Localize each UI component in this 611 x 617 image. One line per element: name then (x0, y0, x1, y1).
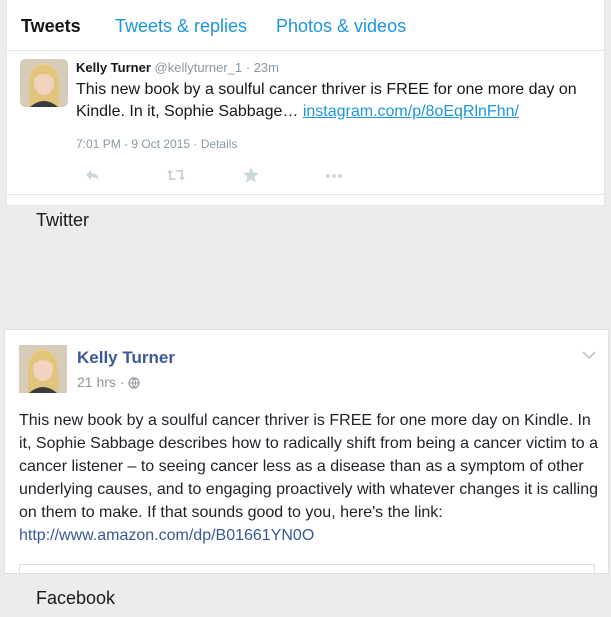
tweet-age[interactable]: 23m (254, 60, 279, 75)
post-body: This new book by a soulful cancer thrive… (19, 412, 599, 521)
favorite-icon[interactable] (242, 166, 262, 186)
tweet-header: Kelly Turner @kellyturner_1 · 23m (76, 60, 279, 75)
globe-icon (128, 376, 140, 392)
divider (7, 194, 604, 195)
author-name[interactable]: Kelly Turner (77, 348, 175, 368)
details-link[interactable]: Details (201, 137, 238, 151)
retweet-icon[interactable] (166, 166, 186, 186)
caption-facebook: Facebook (36, 588, 116, 608)
post-age[interactable]: 21 hrs (77, 374, 116, 390)
chevron-down-icon[interactable] (581, 348, 597, 360)
tab-tweets[interactable]: Tweets (21, 16, 81, 37)
tweet-timestamp: 7:01 PM - 9 Oct 2015 (76, 137, 191, 151)
reply-icon[interactable] (84, 166, 104, 186)
separator: · (242, 60, 254, 75)
tab-photos-videos[interactable]: Photos & videos (276, 16, 406, 37)
tweet-text: This new book by a soulful cancer thrive… (76, 79, 596, 123)
post-meta: 21 hrs · (77, 374, 140, 392)
author-name[interactable]: Kelly Turner (76, 60, 151, 75)
post-link[interactable]: http://www.amazon.com/dp/B01661YN0O (19, 527, 314, 544)
caption-twitter: Twitter (36, 210, 90, 230)
tweet-link[interactable]: instagram.com/p/8oEqRlnFhn/ (303, 103, 519, 120)
author-handle[interactable]: @kellyturner_1 (155, 60, 243, 75)
avatar[interactable] (20, 59, 68, 107)
twitter-panel: Tweets Tweets & replies Photos & videos … (6, 0, 605, 206)
profile-tabs: Tweets Tweets & replies Photos & videos (7, 0, 604, 51)
tab-tweets-replies[interactable]: Tweets & replies (115, 16, 247, 37)
avatar[interactable] (19, 345, 67, 393)
post-text: This new book by a soulful cancer thrive… (19, 409, 599, 547)
facebook-panel: Kelly Turner 21 hrs · This new book by a… (4, 329, 609, 574)
more-icon[interactable] (324, 166, 344, 186)
tweet-meta: 7:01 PM - 9 Oct 2015 · Details (76, 137, 238, 151)
link-preview-edge (19, 564, 595, 573)
